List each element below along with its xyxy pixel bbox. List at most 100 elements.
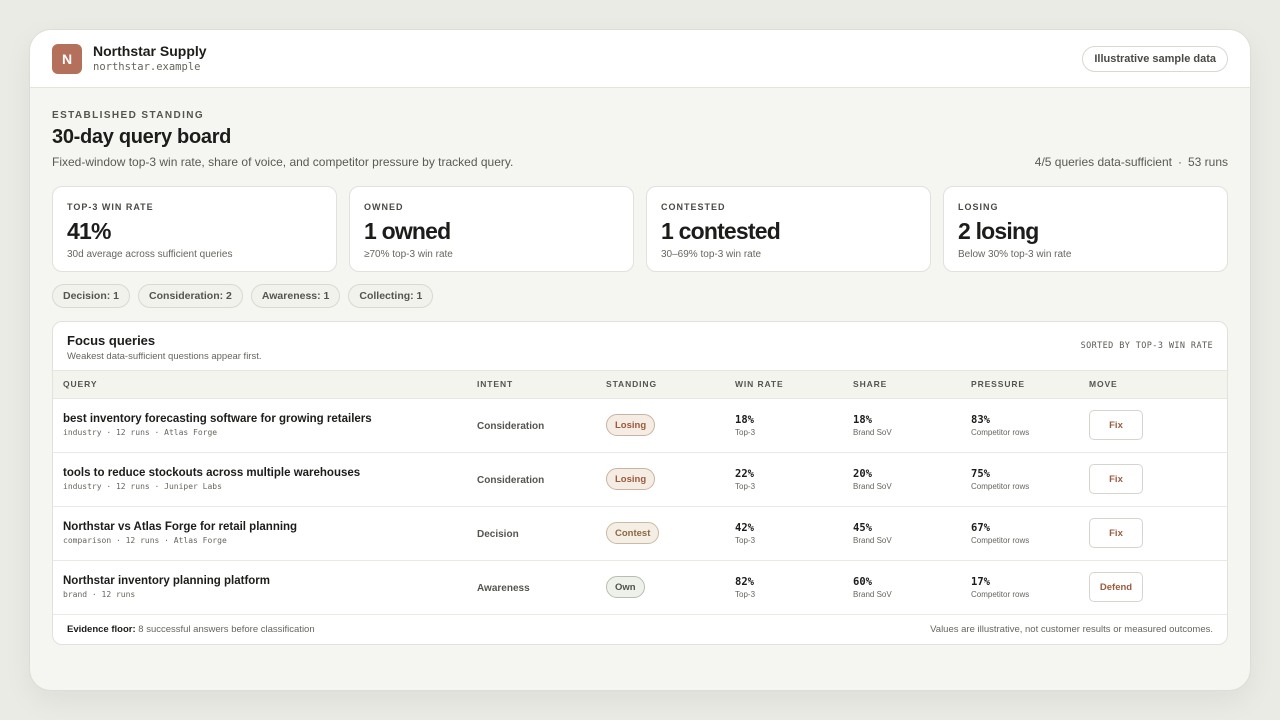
kpi-label: CONTESTED — [661, 202, 726, 212]
table-row[interactable]: tools to reduce stockouts across multipl… — [53, 452, 1227, 507]
query-title[interactable]: Northstar vs Atlas Forge for retail plan… — [63, 521, 477, 533]
win-rate-caption: Top-3 — [735, 427, 756, 437]
main-content: ESTABLISHED STANDING 30-day query board … — [30, 110, 1250, 645]
kpi-note: ≥70% top-3 win rate — [364, 249, 453, 260]
pressure-caption: Competitor rows — [971, 535, 1030, 545]
col-header-query[interactable]: QUERY — [53, 371, 477, 399]
panel-subtitle: Weakest data-sufficient questions appear… — [67, 351, 262, 362]
kpi-card-win-rate: TOP-3 WIN RATE 41% 30d average across su… — [52, 186, 337, 272]
win-rate-value: 82% — [735, 575, 754, 588]
panel-footer: Evidence floor: 8 successful answers bef… — [53, 615, 1227, 644]
share-value: 18% — [853, 413, 872, 426]
pressure-value: 75% — [971, 467, 990, 480]
col-header-pressure[interactable]: PRESSURE — [971, 371, 1089, 399]
kpi-label: LOSING — [958, 202, 999, 212]
chip-decision[interactable]: Decision: 1 — [52, 284, 131, 308]
brand-block: Northstar Supply northstar.example — [93, 43, 207, 75]
table-row[interactable]: Northstar vs Atlas Forge for retail plan… — [53, 506, 1227, 561]
fix-button[interactable]: Fix — [1089, 464, 1143, 494]
win-rate-caption: Top-3 — [735, 481, 756, 491]
subtitle-row: Fixed-window top-3 win rate, share of vo… — [52, 155, 1228, 169]
brand-name: Northstar Supply — [93, 42, 207, 59]
query-meta: industry · 12 runs · Atlas Forge — [63, 428, 218, 437]
intent-filter-chips: Decision: 1 Consideration: 2 Awareness: … — [52, 284, 1228, 308]
win-rate-value: 22% — [735, 467, 754, 480]
table-row[interactable]: Northstar inventory planning platform br… — [53, 560, 1227, 615]
table-row[interactable]: best inventory forecasting software for … — [53, 398, 1227, 453]
standing-badge: Own — [606, 576, 645, 598]
share-caption: Brand SoV — [853, 427, 892, 437]
share-caption: Brand SoV — [853, 535, 892, 545]
pressure-caption: Competitor rows — [971, 427, 1030, 437]
standing-badge: Contest — [606, 522, 660, 544]
col-header-standing[interactable]: STANDING — [606, 371, 735, 399]
win-rate-value: 42% — [735, 521, 754, 534]
pressure-value: 83% — [971, 413, 990, 426]
disclaimer: Values are illustrative, not customer re… — [930, 623, 1213, 635]
summary-separator: · — [1177, 155, 1182, 169]
col-header-intent[interactable]: INTENT — [477, 371, 606, 399]
pressure-caption: Competitor rows — [971, 589, 1030, 599]
win-rate-caption: Top-3 — [735, 535, 756, 545]
win-rate-value: 18% — [735, 413, 754, 426]
share-value: 20% — [853, 467, 872, 480]
query-intent: Awareness — [477, 583, 530, 594]
table-header-row: QUERY INTENT STANDING WIN RATE SHARE PRE… — [53, 371, 1227, 399]
evidence-floor-note: Evidence floor: 8 successful answers bef… — [67, 624, 315, 635]
query-title[interactable]: best inventory forecasting software for … — [63, 413, 477, 425]
pressure-caption: Competitor rows — [971, 481, 1030, 491]
brand-domain: northstar.example — [93, 60, 201, 73]
chip-collecting[interactable]: Collecting: 1 — [348, 284, 434, 308]
top-bar: N Northstar Supply northstar.example Ill… — [30, 30, 1250, 88]
standing-badge: Losing — [606, 468, 656, 490]
kpi-card-contested: CONTESTED 1 contested 30–69% top-3 win r… — [646, 186, 931, 272]
share-value: 60% — [853, 575, 872, 588]
kpi-label: TOP-3 WIN RATE — [67, 202, 154, 212]
standing-badge: Losing — [606, 414, 656, 436]
queries-table: QUERY INTENT STANDING WIN RATE SHARE PRE… — [53, 371, 1227, 615]
chip-awareness[interactable]: Awareness: 1 — [250, 284, 341, 308]
query-intent: Consideration — [477, 421, 545, 432]
evidence-floor-text: 8 successful answers before classificati… — [138, 623, 315, 635]
kpi-label: OWNED — [364, 202, 404, 212]
col-header-move: MOVE — [1089, 371, 1227, 399]
query-title[interactable]: tools to reduce stockouts across multipl… — [63, 467, 477, 479]
panel-header: Focus queries Weakest data-sufficient qu… — [53, 322, 1227, 371]
kpi-note: 30–69% top-3 win rate — [661, 249, 762, 260]
kpi-cards: TOP-3 WIN RATE 41% 30d average across su… — [52, 186, 1228, 272]
col-header-share[interactable]: SHARE — [853, 371, 971, 399]
summary-sufficient: 4/5 queries data-sufficient — [1034, 155, 1172, 169]
pressure-value: 67% — [971, 521, 990, 534]
brand-logo: N — [52, 43, 82, 74]
defend-button[interactable]: Defend — [1089, 572, 1143, 602]
focus-queries-panel: Focus queries Weakest data-sufficient qu… — [52, 321, 1228, 645]
page-subtitle: Fixed-window top-3 win rate, share of vo… — [52, 155, 514, 169]
kpi-value: 2 losing — [958, 218, 1039, 244]
data-summary: 4/5 queries data-sufficient · 53 runs — [1035, 155, 1228, 169]
sample-data-badge: Illustrative sample data — [1082, 46, 1228, 72]
share-caption: Brand SoV — [853, 589, 892, 599]
col-header-win-rate[interactable]: WIN RATE — [735, 371, 853, 399]
query-meta: brand · 12 runs — [63, 590, 136, 599]
kpi-card-losing: LOSING 2 losing Below 30% top-3 win rate — [943, 186, 1228, 272]
kpi-value: 1 owned — [364, 218, 451, 244]
panel-title: Focus queries — [67, 333, 156, 348]
app-window: N Northstar Supply northstar.example Ill… — [29, 29, 1251, 691]
pressure-value: 17% — [971, 575, 990, 588]
query-title[interactable]: Northstar inventory planning platform — [63, 575, 477, 587]
share-caption: Brand SoV — [853, 481, 892, 491]
sort-indicator: SORTED BY TOP-3 WIN RATE — [1080, 341, 1213, 351]
chip-consideration[interactable]: Consideration: 2 — [138, 284, 243, 308]
query-intent: Decision — [477, 529, 519, 540]
win-rate-caption: Top-3 — [735, 589, 756, 599]
evidence-floor-label: Evidence floor: — [67, 623, 136, 635]
kpi-value: 1 contested — [661, 218, 781, 244]
kpi-card-owned: OWNED 1 owned ≥70% top-3 win rate — [349, 186, 634, 272]
share-value: 45% — [853, 521, 872, 534]
page-title: 30-day query board — [52, 126, 232, 148]
fix-button[interactable]: Fix — [1089, 410, 1143, 440]
fix-button[interactable]: Fix — [1089, 518, 1143, 548]
section-eyebrow: ESTABLISHED STANDING — [52, 110, 205, 121]
query-meta: industry · 12 runs · Juniper Labs — [63, 482, 222, 491]
query-meta: comparison · 12 runs · Atlas Forge — [63, 536, 227, 545]
